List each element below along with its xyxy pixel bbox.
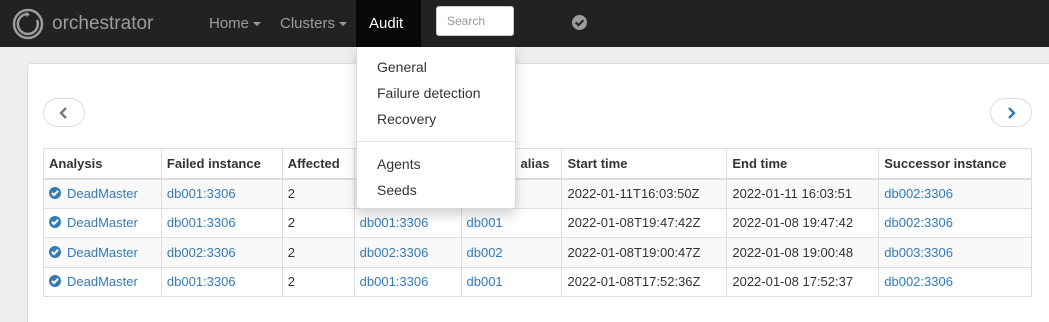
caret-down-icon bbox=[339, 22, 348, 27]
table-row: DeadMaster db002:3306 2 db002:3306 db002… bbox=[43, 237, 1032, 268]
previous-page-button[interactable] bbox=[43, 98, 85, 127]
cluster-link[interactable]: db001:3306 bbox=[360, 215, 429, 230]
successor-link[interactable]: db002:3306 bbox=[884, 274, 953, 289]
successor-cell: db002:3306 bbox=[878, 207, 1032, 238]
nav-audit-label: Audit bbox=[369, 15, 404, 32]
check-circle-icon bbox=[49, 216, 61, 229]
analysis-cell: DeadMaster bbox=[43, 207, 162, 238]
successor-link[interactable]: db002:3306 bbox=[884, 186, 953, 201]
affected-cell: 2 bbox=[281, 178, 355, 209]
failed-instance-cell: db001:3306 bbox=[160, 178, 283, 209]
cluster-cell: db001:3306 bbox=[353, 207, 462, 238]
brand[interactable]: orchestrator bbox=[12, 7, 153, 40]
end-time-cell: 2022-01-08 19:00:48 bbox=[726, 237, 880, 268]
failed-instance-link[interactable]: db002:3306 bbox=[167, 245, 236, 260]
orchestrator-logo-icon bbox=[12, 8, 44, 39]
failed-instance-cell: db001:3306 bbox=[160, 207, 283, 238]
cluster-link[interactable]: db002:3306 bbox=[360, 245, 429, 260]
menu-item-agents[interactable]: Agents bbox=[377, 154, 421, 174]
caret-down-icon bbox=[253, 22, 262, 27]
table-row: DeadMaster db001:3306 2 db001:3306 db001… bbox=[43, 207, 1032, 238]
cluster-alias-link[interactable]: db002 bbox=[467, 245, 503, 260]
menu-item-recovery[interactable]: Recovery bbox=[377, 109, 436, 129]
end-time-cell: 2022-01-08 17:52:37 bbox=[726, 266, 880, 297]
cluster-cell: db002:3306 bbox=[353, 237, 462, 268]
check-circle-icon bbox=[49, 275, 61, 288]
table-row: DeadMaster db001:3306 2 db001:3306 db001… bbox=[43, 266, 1032, 297]
cluster-alias-link[interactable]: db001 bbox=[467, 215, 503, 230]
table-header-row: Analysis Failed instance Affected alias … bbox=[43, 148, 1032, 180]
end-time-cell: 2022-01-11 16:03:51 bbox=[726, 178, 880, 209]
nav-clusters[interactable]: Clusters bbox=[267, 0, 360, 47]
menu-item-failure-detection[interactable]: Failure detection bbox=[377, 83, 481, 103]
failed-instance-cell: db002:3306 bbox=[160, 237, 283, 268]
analysis-cell: DeadMaster bbox=[43, 178, 162, 209]
start-time-cell: 2022-01-08T19:00:47Z bbox=[561, 237, 728, 268]
analysis-link[interactable]: DeadMaster bbox=[67, 245, 138, 260]
chevron-left-icon bbox=[59, 107, 67, 119]
analysis-link[interactable]: DeadMaster bbox=[67, 215, 138, 230]
audit-recovery-table: Analysis Failed instance Affected alias … bbox=[43, 148, 1032, 297]
nav-audit[interactable]: Audit bbox=[356, 0, 421, 74]
navbar: orchestrator Home Clusters Audit bbox=[0, 0, 1049, 74]
check-circle-icon[interactable] bbox=[572, 15, 587, 30]
failed-instance-link[interactable]: db001:3306 bbox=[167, 215, 236, 230]
header-failed-instance[interactable]: Failed instance bbox=[160, 148, 283, 180]
next-page-button[interactable] bbox=[990, 98, 1032, 127]
affected-cell: 2 bbox=[281, 207, 355, 238]
start-time-cell: 2022-01-08T17:52:36Z bbox=[561, 266, 728, 297]
cluster-alias-cell: db001 bbox=[460, 266, 563, 297]
analysis-cell: DeadMaster bbox=[43, 266, 162, 297]
menu-item-seeds[interactable]: Seeds bbox=[377, 180, 417, 200]
header-successor-instance[interactable]: Successor instance bbox=[878, 148, 1032, 180]
affected-cell: 2 bbox=[281, 237, 355, 268]
start-time-cell: 2022-01-11T16:03:50Z bbox=[561, 178, 728, 209]
table-row: DeadMaster db001:3306 2 2022-01-11T16:03… bbox=[43, 178, 1032, 209]
failed-instance-cell: db001:3306 bbox=[160, 266, 283, 297]
successor-cell: db002:3306 bbox=[878, 178, 1032, 209]
menu-item-general[interactable]: General bbox=[377, 57, 427, 77]
affected-cell: 2 bbox=[281, 266, 355, 297]
audit-dropdown-menu: General Failure detection Recovery Agent… bbox=[356, 47, 516, 209]
start-time-cell: 2022-01-08T19:47:42Z bbox=[561, 207, 728, 238]
successor-link[interactable]: db002:3306 bbox=[884, 215, 953, 230]
header-affected[interactable]: Affected bbox=[281, 148, 355, 180]
cluster-link[interactable]: db001:3306 bbox=[360, 274, 429, 289]
check-circle-icon bbox=[49, 245, 61, 258]
chevron-right-icon bbox=[1008, 107, 1016, 119]
analysis-link[interactable]: DeadMaster bbox=[67, 186, 138, 201]
failed-instance-link[interactable]: db001:3306 bbox=[167, 186, 236, 201]
analysis-link[interactable]: DeadMaster bbox=[67, 274, 138, 289]
cluster-alias-cell: db001 bbox=[460, 207, 563, 238]
header-analysis[interactable]: Analysis bbox=[43, 148, 162, 180]
nav-clusters-label: Clusters bbox=[280, 15, 336, 32]
nav-home-label: Home bbox=[209, 15, 250, 32]
end-time-cell: 2022-01-08 19:47:42 bbox=[726, 207, 880, 238]
cluster-alias-cell: db002 bbox=[460, 237, 563, 268]
header-end-time[interactable]: End time bbox=[726, 148, 880, 180]
failed-instance-link[interactable]: db001:3306 bbox=[167, 274, 236, 289]
nav-home[interactable]: Home bbox=[196, 0, 274, 47]
brand-name: orchestrator bbox=[52, 12, 154, 34]
check-circle-icon bbox=[49, 187, 61, 199]
analysis-cell: DeadMaster bbox=[43, 237, 162, 268]
successor-cell: db002:3306 bbox=[878, 266, 1032, 297]
cluster-alias-link[interactable]: db001 bbox=[467, 274, 503, 289]
header-start-time[interactable]: Start time bbox=[561, 148, 728, 180]
successor-cell: db003:3306 bbox=[878, 237, 1032, 268]
menu-divider bbox=[357, 141, 515, 142]
successor-link[interactable]: db003:3306 bbox=[884, 245, 953, 260]
search-input[interactable] bbox=[436, 6, 514, 36]
cluster-cell: db001:3306 bbox=[353, 266, 462, 297]
